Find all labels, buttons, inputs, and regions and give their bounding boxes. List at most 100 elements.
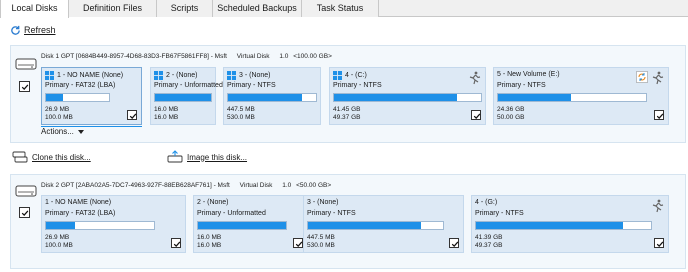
used-size: 447.5 MB (307, 234, 335, 241)
disk-2-version: 1.0 (282, 182, 292, 189)
partition-title-row: 3 - (None) (227, 71, 271, 80)
disk-2-partition-4[interactable]: 4 - (G:) Primary - NTFS 41.39 GB 49.37 G… (471, 195, 669, 253)
actions-dropdown[interactable]: Actions... (41, 127, 84, 136)
disk-2-type: Virtual Disk (239, 182, 273, 189)
usage-fill (46, 222, 76, 229)
check-icon (451, 241, 458, 247)
disk-1-version: 1.0 (279, 53, 289, 60)
disk-1-partition-3[interactable]: 3 - (None) Primary - NTFS 447.5 MB 530.0… (223, 67, 321, 125)
runner-icon (652, 71, 664, 85)
partition-title: 4 - (G:) (475, 199, 498, 206)
partition-type: Primary - NTFS (497, 82, 546, 89)
total-size: 16.0 MB (197, 242, 222, 249)
disk-2-partition-3[interactable]: 3 - (None) Primary - NTFS 447.5 MB 530.0… (303, 195, 464, 253)
total-size: 50.00 GB (497, 114, 525, 121)
partition-checkbox[interactable] (654, 238, 664, 248)
partition-type: Primary - Unformatted (154, 82, 223, 89)
usage-fill (498, 94, 571, 101)
partition-title: 1 - NO NAME (None) (57, 72, 124, 79)
used-size: 447.5 MB (227, 106, 255, 113)
partition-type: Primary - NTFS (475, 210, 524, 217)
disk-2-checkbox[interactable] (19, 207, 30, 218)
usage-bar (197, 221, 287, 230)
tab-scripts[interactable]: Scripts (157, 0, 213, 17)
check-icon (21, 84, 29, 90)
disk-1-partition-4[interactable]: 4 - (C:) Primary - NTFS 41.45 GB 49.37 G… (329, 67, 486, 125)
usage-bar (475, 221, 652, 230)
disk-2-partition-2[interactable]: 2 - (None) Primary - Unformatted 16.0 MB… (193, 195, 308, 253)
total-size: 530.0 MB (307, 242, 335, 249)
disk-2-panel: Disk 2 GPT [2ABA02A5-7DC7-4963-927F-88EB… (10, 174, 686, 269)
windows-logo-icon (333, 71, 342, 80)
partition-title: 3 - (None) (239, 72, 271, 79)
usage-bar (227, 93, 317, 102)
check-icon (656, 241, 663, 247)
usage-bar (45, 93, 110, 102)
clone-disk-link[interactable]: Clone this disk... (12, 150, 91, 164)
partition-title: 5 - New Volume (E:) (497, 71, 560, 78)
disk-1-header: Disk 1 GPT [0684B449-8957-4D68-83D3-FB67… (41, 53, 340, 60)
clone-disk-label: Clone this disk... (32, 152, 91, 162)
check-icon (173, 241, 180, 247)
hard-disk-icon (15, 185, 37, 197)
usage-bar (307, 221, 444, 230)
partition-checkbox[interactable] (471, 110, 481, 120)
runner-icon (469, 71, 481, 85)
partition-title-row: 2 - (None) (154, 71, 198, 80)
partition-title-row: 1 - NO NAME (None) (45, 71, 123, 80)
refresh-icon (11, 25, 20, 35)
total-size: 49.37 GB (333, 114, 361, 121)
refresh-button[interactable]: Refresh (10, 23, 56, 37)
partition-title: 2 - (None) (166, 72, 198, 79)
used-size: 41.39 GB (475, 234, 503, 241)
clone-disk-icon (12, 151, 28, 163)
total-size: 100.0 MB (45, 242, 73, 249)
total-size: 100.0 MB (45, 114, 73, 121)
refresh-label: Refresh (24, 25, 56, 35)
partition-title-row: 1 - NO NAME (None) (45, 199, 111, 206)
usage-fill (334, 94, 458, 101)
tab-bar: Local Disks Definition Files Scripts Sch… (0, 0, 688, 18)
usage-fill (198, 222, 286, 229)
partition-checkbox[interactable] (127, 110, 137, 120)
total-size: 530.0 MB (227, 114, 255, 121)
sync-icon (636, 71, 648, 83)
hard-disk-icon (15, 58, 37, 70)
tab-local-disks[interactable]: Local Disks (0, 0, 69, 18)
tab-definition-files[interactable]: Definition Files (69, 0, 157, 17)
check-icon (129, 113, 136, 119)
tab-task-status[interactable]: Task Status (302, 0, 379, 17)
partition-checkbox[interactable] (654, 110, 664, 120)
disk-1-partition-1[interactable]: 1 - NO NAME (None) Primary - FAT32 (LBA)… (41, 67, 142, 125)
total-size: 16.0 MB (154, 114, 179, 121)
partition-title: 3 - (None) (307, 199, 339, 206)
partition-type: Primary - NTFS (307, 210, 356, 217)
windows-logo-icon (227, 71, 236, 80)
disk-2-partition-1[interactable]: 1 - NO NAME (None) Primary - FAT32 (LBA)… (41, 195, 186, 253)
partition-checkbox[interactable] (293, 238, 303, 248)
used-size: 16.0 MB (154, 106, 179, 113)
tab-scheduled-backups[interactable]: Scheduled Backups (213, 0, 302, 17)
image-disk-link[interactable]: Image this disk... (167, 150, 247, 164)
partition-checkbox[interactable] (171, 238, 181, 248)
caret-down-icon (77, 129, 84, 134)
windows-logo-icon (154, 71, 163, 80)
disk-1-partition-5[interactable]: 5 - New Volume (E:) Primary - NTFS 24.36… (493, 67, 669, 125)
partition-type: Primary - FAT32 (LBA) (45, 210, 116, 217)
partition-checkbox[interactable] (449, 238, 459, 248)
used-size: 16.0 MB (197, 234, 222, 241)
partition-title-row: 4 - (C:) (333, 71, 367, 80)
partition-type: Primary - NTFS (227, 82, 276, 89)
image-disk-label: Image this disk... (187, 152, 248, 162)
partition-title-row: 3 - (None) (307, 199, 339, 206)
usage-bar (333, 93, 482, 102)
usage-fill (308, 222, 422, 229)
disk-1-checkbox[interactable] (19, 81, 30, 92)
used-size: 24.36 GB (497, 106, 525, 113)
partition-type: Primary - NTFS (333, 82, 382, 89)
used-size: 26.9 MB (45, 234, 70, 241)
disk-1-type: Virtual Disk (236, 53, 270, 60)
check-icon (473, 113, 480, 119)
disk-1-partition-2[interactable]: 2 - (None) Primary - Unformatted 16.0 MB… (150, 67, 223, 125)
usage-bar (45, 221, 155, 230)
